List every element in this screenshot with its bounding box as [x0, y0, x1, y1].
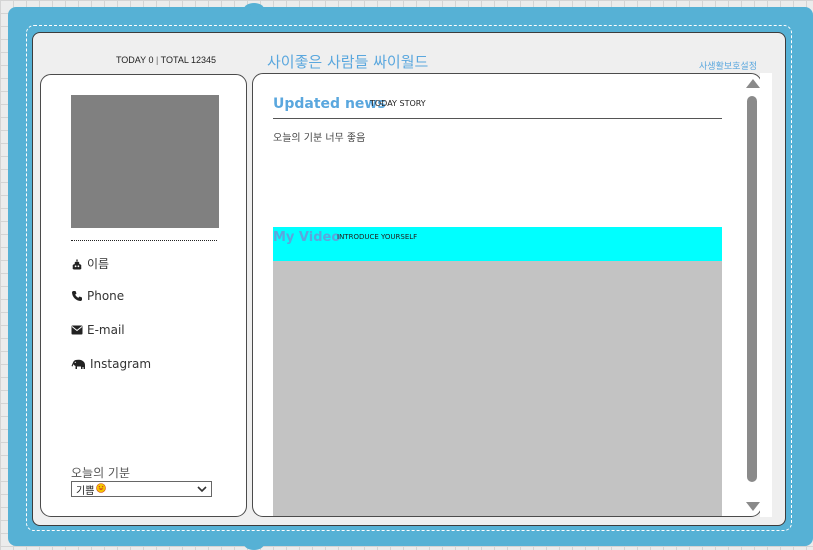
chevron-down-icon — [197, 485, 207, 496]
site-title: 사이좋은 사람들 싸이월드 — [267, 53, 429, 71]
scroll-up-arrow[interactable] — [746, 79, 760, 88]
video-subtitle: INTRODUCE YOURSELF — [337, 233, 418, 241]
envelope-icon — [71, 325, 83, 335]
profile-card: 이름 Phone E-mail Instagram 오늘의 기분 기쁨 — [40, 74, 247, 517]
profile-item-email[interactable]: E-mail — [71, 323, 125, 337]
total-count: TOTAL 12345 — [160, 55, 217, 65]
profile-item-phone[interactable]: Phone — [71, 289, 124, 303]
scroll-down-arrow[interactable] — [746, 502, 760, 511]
profile-photo — [71, 95, 219, 228]
privacy-settings-link[interactable]: 사생활보호설정 — [699, 59, 757, 72]
profile-item-label: Instagram — [90, 357, 152, 371]
elephant-icon — [71, 359, 86, 370]
today-count: TODAY 0 — [115, 55, 154, 65]
profile-item-instagram[interactable]: Instagram — [71, 357, 151, 371]
scrollbar-thumb[interactable] — [747, 96, 757, 482]
news-subtitle: TODAY STORY — [370, 99, 426, 108]
page-paper: TODAY 0 | TOTAL 12345 사이좋은 사람들 싸이월드 사생활보… — [32, 32, 786, 526]
mood-select[interactable]: 기쁨 — [71, 481, 212, 497]
news-title: Updated news — [273, 96, 386, 112]
profile-item-label: Phone — [87, 289, 125, 303]
smiley-icon — [96, 482, 107, 496]
poop-icon — [71, 258, 83, 270]
scrollbar-track — [760, 73, 772, 517]
binder-notch-bottom — [244, 538, 264, 550]
profile-item-name[interactable]: 이름 — [71, 255, 109, 272]
binder-notch-top — [244, 3, 264, 15]
binder-frame: TODAY 0 | TOTAL 12345 사이좋은 사람들 싸이월드 사생활보… — [8, 3, 813, 550]
profile-item-label: E-mail — [87, 323, 125, 337]
video-player[interactable] — [273, 261, 722, 516]
mood-selected-value: 기쁨 — [76, 485, 95, 497]
video-title: My Video — [273, 230, 341, 245]
visit-counter: TODAY 0 | TOTAL 12345 — [96, 55, 236, 65]
news-text: 오늘의 기분 너무 좋음 — [273, 133, 366, 144]
news-divider — [273, 118, 722, 119]
profile-divider — [71, 240, 217, 241]
phone-icon — [71, 290, 83, 302]
counter-separator: | — [155, 55, 159, 65]
profile-item-label: 이름 — [87, 257, 110, 271]
mood-label: 오늘의 기분 — [71, 466, 131, 480]
